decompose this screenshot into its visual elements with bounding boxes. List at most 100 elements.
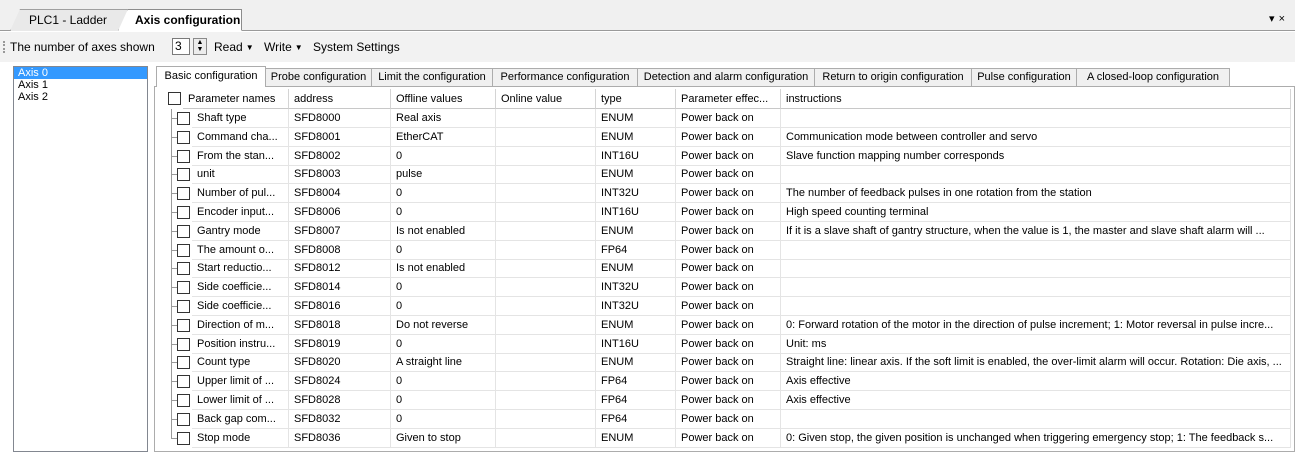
offline-value-cell[interactable]: 0: [391, 184, 496, 204]
offline-value-cell[interactable]: 0: [391, 409, 496, 429]
online-value-cell[interactable]: [496, 409, 596, 429]
offline-value-cell[interactable]: EtherCAT: [391, 127, 496, 147]
system-settings-button[interactable]: System Settings: [313, 40, 400, 54]
offline-value-cell[interactable]: 0: [391, 297, 496, 316]
toolbar-grip-icon[interactable]: [3, 41, 5, 53]
table-row[interactable]: The amount o... SFD8008 0 FP64 Power back on: [161, 240, 1291, 260]
offline-value-cell[interactable]: Is not enabled: [391, 259, 496, 279]
table-row[interactable]: Gantry mode SFD8007 Is not enabled ENUM Powe…: [161, 221, 1291, 241]
table-row[interactable]: Back gap com... SFD8032 0 FP64 Power back on: [161, 409, 1291, 429]
tab-axis-configuration[interactable]: Axis configuration: [118, 9, 242, 31]
row-checkbox[interactable]: [177, 224, 190, 238]
offline-value-cell[interactable]: A straight line: [391, 353, 496, 373]
table-row[interactable]: Shaft type SFD8000 Real axis ENUM Power back…: [161, 109, 1291, 128]
select-all-checkbox[interactable]: [168, 92, 181, 105]
online-value-cell[interactable]: [496, 391, 596, 410]
table-row[interactable]: Encoder input... SFD8006 0 INT16U Power back…: [161, 203, 1291, 222]
offline-value-cell[interactable]: Do not reverse: [391, 315, 496, 335]
offline-value-cell[interactable]: 0: [391, 146, 496, 166]
offline-value-cell[interactable]: 0: [391, 391, 496, 410]
spin-up-icon[interactable]: ▲: [194, 39, 206, 46]
table-row[interactable]: From the stan... SFD8002 0 INT16U Power back…: [161, 146, 1291, 166]
row-checkbox[interactable]: [177, 243, 190, 257]
row-checkbox[interactable]: [177, 318, 190, 332]
table-row[interactable]: Command cha... SFD8001 EtherCAT ENUM Power b…: [161, 127, 1291, 147]
column-header-parameter-effect[interactable]: Parameter effec...: [676, 89, 781, 109]
column-header-instructions[interactable]: instructions: [781, 89, 1291, 109]
write-menu-button[interactable]: Write ▼: [264, 40, 303, 54]
row-checkbox[interactable]: [177, 187, 190, 201]
row-checkbox[interactable]: [177, 337, 190, 351]
online-value-cell[interactable]: [496, 428, 596, 448]
online-value-cell[interactable]: [496, 127, 596, 147]
online-value-cell[interactable]: [496, 203, 596, 222]
axes-count-input[interactable]: 3: [172, 38, 190, 55]
offline-value-cell[interactable]: Given to stop: [391, 428, 496, 448]
tab-pulse-configuration[interactable]: Pulse configuration: [971, 68, 1077, 86]
online-value-cell[interactable]: [496, 297, 596, 316]
column-header-address[interactable]: address: [289, 89, 391, 109]
row-checkbox[interactable]: [177, 394, 190, 407]
offline-value-cell[interactable]: 0: [391, 240, 496, 260]
online-value-cell[interactable]: [496, 184, 596, 204]
table-row[interactable]: Stop mode SFD8036 Given to stop ENUM Power b…: [161, 428, 1291, 448]
table-row[interactable]: Side coefficie... SFD8016 0 INT32U Power bac…: [161, 297, 1291, 316]
row-checkbox[interactable]: [177, 356, 190, 370]
tab-return-to-origin-configuration[interactable]: Return to origin configuration: [814, 68, 972, 86]
table-row[interactable]: unit SFD8003 pulse ENUM Power back on: [161, 165, 1291, 185]
offline-value-cell[interactable]: Is not enabled: [391, 221, 496, 241]
table-row[interactable]: Number of pul... SFD8004 0 INT32U Power back…: [161, 184, 1291, 204]
row-checkbox[interactable]: [177, 431, 190, 445]
row-checkbox[interactable]: [177, 412, 190, 426]
tab-probe-configuration[interactable]: Probe configuration: [265, 68, 372, 86]
axis-list-item[interactable]: Axis 1: [14, 79, 147, 91]
online-value-cell[interactable]: [496, 221, 596, 241]
row-checkbox[interactable]: [177, 281, 190, 295]
column-header-offline-values[interactable]: Offline values: [391, 89, 496, 109]
row-checkbox[interactable]: [177, 262, 190, 276]
online-value-cell[interactable]: [496, 334, 596, 354]
tab-closed-loop-configuration[interactable]: A closed-loop configuration: [1076, 68, 1230, 86]
online-value-cell[interactable]: [496, 240, 596, 260]
row-checkbox[interactable]: [177, 168, 190, 182]
table-row[interactable]: Count type SFD8020 A straight line ENUM Powe…: [161, 353, 1291, 373]
online-value-cell[interactable]: [496, 353, 596, 373]
close-tab-icon[interactable]: ×: [1279, 13, 1289, 25]
offline-value-cell[interactable]: 0: [391, 278, 496, 298]
row-checkbox[interactable]: [177, 130, 190, 144]
row-checkbox[interactable]: [177, 300, 190, 313]
axes-count-spinner[interactable]: ▲ ▼: [193, 38, 207, 55]
row-checkbox[interactable]: [177, 375, 190, 389]
column-header-parameter-names[interactable]: Parameter names: [183, 89, 289, 109]
row-checkbox[interactable]: [177, 149, 190, 163]
row-checkbox[interactable]: [177, 206, 190, 219]
axis-list-item[interactable]: Axis 0: [14, 67, 147, 79]
offline-value-cell[interactable]: Real axis: [391, 109, 496, 128]
tab-detection-alarm-configuration[interactable]: Detection and alarm configuration: [637, 68, 815, 86]
tab-list-dropdown-icon[interactable]: ▾: [1269, 13, 1279, 25]
tab-plc1-ladder[interactable]: PLC1 - Ladder: [10, 9, 128, 31]
axis-list-item[interactable]: Axis 2: [14, 91, 147, 103]
tab-performance-configuration[interactable]: Performance configuration: [492, 68, 638, 86]
online-value-cell[interactable]: [496, 165, 596, 185]
spin-down-icon[interactable]: ▼: [194, 46, 206, 53]
online-value-cell[interactable]: [496, 109, 596, 128]
online-value-cell[interactable]: [496, 146, 596, 166]
online-value-cell[interactable]: [496, 372, 596, 392]
column-header-online-value[interactable]: Online value: [496, 89, 596, 109]
online-value-cell[interactable]: [496, 315, 596, 335]
offline-value-cell[interactable]: 0: [391, 334, 496, 354]
tab-basic-configuration[interactable]: Basic configuration: [156, 66, 266, 87]
online-value-cell[interactable]: [496, 278, 596, 298]
offline-value-cell[interactable]: 0: [391, 203, 496, 222]
table-row[interactable]: Lower limit of ... SFD8028 0 FP64 Power back…: [161, 391, 1291, 410]
table-row[interactable]: Upper limit of ... SFD8024 0 FP64 Power back…: [161, 372, 1291, 392]
column-header-type[interactable]: type: [596, 89, 676, 109]
table-row[interactable]: Start reductio... SFD8012 Is not enabled EN…: [161, 259, 1291, 279]
offline-value-cell[interactable]: pulse: [391, 165, 496, 185]
read-menu-button[interactable]: Read ▼: [214, 40, 254, 54]
table-row[interactable]: Side coefficie... SFD8014 0 INT32U Power bac…: [161, 278, 1291, 298]
tab-limit-configuration[interactable]: Limit the configuration: [371, 68, 493, 86]
offline-value-cell[interactable]: 0: [391, 372, 496, 392]
row-checkbox[interactable]: [177, 112, 190, 125]
